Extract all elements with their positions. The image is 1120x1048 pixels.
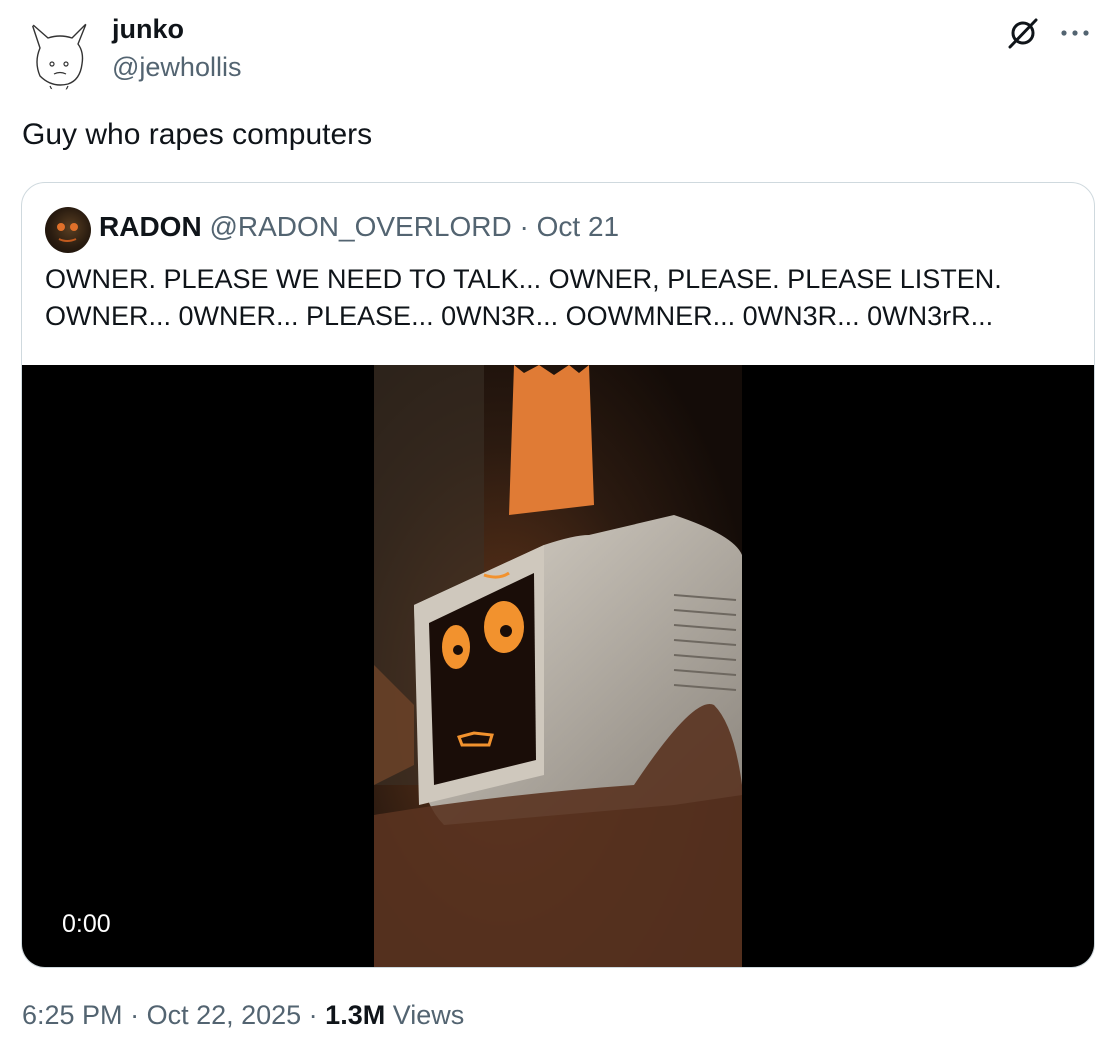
- views-count: 1.3M: [325, 1000, 386, 1030]
- video-player[interactable]: 0:00: [22, 365, 1094, 967]
- video-timestamp: 0:00: [62, 910, 111, 938]
- quoted-separator: ·: [511, 211, 537, 242]
- more-options-icon[interactable]: [1058, 20, 1092, 46]
- tweet-text: Guy who rapes computers: [22, 118, 373, 151]
- quoted-text: OWNER. PLEASE WE NEED TO TALK... OWNER, …: [45, 261, 1065, 335]
- quoted-text-line: OWNER. PLEASE WE NEED TO TALK... OWNER, …: [45, 264, 1002, 294]
- quoted-text-line: OWNER... 0WNER... PLEASE... 0WN3R... OOW…: [45, 301, 994, 331]
- author-name[interactable]: junko: [112, 14, 184, 45]
- author-handle[interactable]: @jewhollis: [112, 52, 241, 83]
- quoted-date[interactable]: Oct 21: [537, 211, 619, 242]
- grok-icon[interactable]: [1006, 16, 1040, 50]
- quoted-tweet-card[interactable]: RADON @RADON_OVERLORD · Oct 21 OWNER. PL…: [21, 182, 1095, 968]
- video-frame: [374, 365, 742, 967]
- post-date[interactable]: Oct 22, 2025: [147, 1000, 302, 1030]
- footer-separator: ·: [301, 1000, 326, 1030]
- quoted-avatar[interactable]: [45, 207, 91, 253]
- tweet-footer: 6:25 PM · Oct 22, 2025 · 1.3M Views: [22, 1000, 464, 1031]
- quoted-header: RADON @RADON_OVERLORD · Oct 21: [99, 211, 619, 243]
- views-label: Views: [392, 1000, 465, 1030]
- quoted-handle[interactable]: @RADON_OVERLORD: [209, 211, 511, 242]
- quoted-name[interactable]: RADON: [99, 211, 202, 242]
- post-time[interactable]: 6:25 PM: [22, 1000, 123, 1030]
- footer-separator: ·: [122, 1000, 147, 1030]
- author-avatar[interactable]: [22, 14, 98, 90]
